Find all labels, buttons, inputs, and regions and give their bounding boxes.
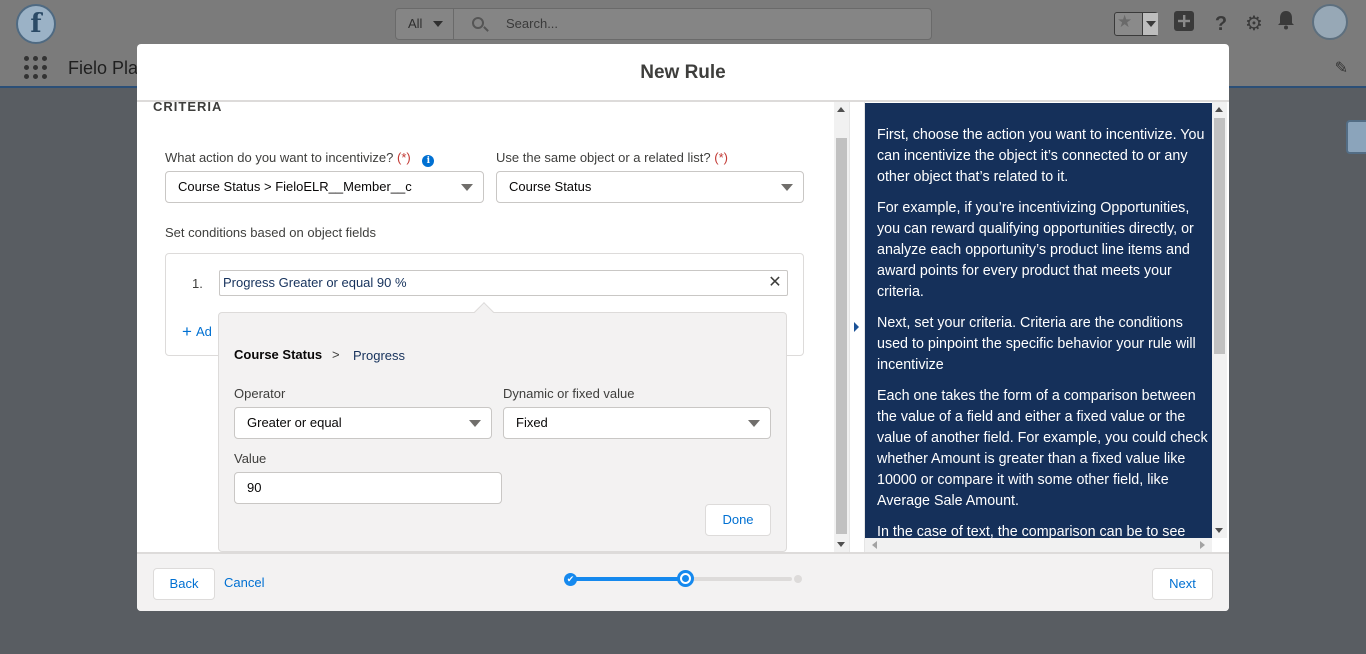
utility-panel-toggle[interactable] [1346, 120, 1366, 154]
scroll-right-arrow[interactable] [1200, 541, 1205, 549]
chevron-down-icon [781, 184, 793, 191]
help-paragraph: Each one takes the form of a comparison … [877, 388, 1208, 509]
modal-header: New Rule [137, 44, 1229, 102]
scroll-up-arrow[interactable] [837, 107, 845, 112]
operator-value: Greater or equal [247, 415, 342, 430]
add-icon[interactable] [1170, 10, 1198, 38]
operator-select[interactable]: Greater or equal [234, 407, 492, 439]
object-question-text: Use the same object or a related list? [496, 150, 711, 165]
search-icon [472, 17, 484, 29]
condition-text: Progress Greater or equal 90 % [223, 275, 407, 290]
chevron-down-icon [748, 420, 760, 427]
required-marker: (*) [714, 150, 728, 165]
scroll-up-arrow[interactable] [1215, 107, 1223, 112]
close-icon[interactable]: ✕ [767, 271, 783, 295]
chevron-down-icon [433, 21, 443, 27]
search-scope-select[interactable]: All [396, 9, 454, 39]
dynamic-value: Fixed [516, 415, 548, 430]
collapse-help-icon[interactable] [854, 322, 859, 332]
help-paragraph: First, choose the action you want to inc… [877, 127, 1205, 185]
scrollbar-thumb[interactable] [1214, 118, 1225, 354]
chevron-down-icon [461, 184, 473, 191]
condition-pill[interactable]: Progress Greater or equal 90 % ✕ [219, 270, 788, 296]
info-icon[interactable]: i [422, 155, 435, 167]
breadcrumb-object: Course Status [234, 347, 323, 362]
favorites-star-icon[interactable]: ★ [1117, 12, 1132, 32]
required-marker: (*) [396, 150, 411, 165]
breadcrumb-field[interactable]: Progress [353, 348, 405, 363]
action-question-label: What action do you want to incentivize? … [165, 150, 435, 167]
cancel-link[interactable]: Cancel [224, 575, 264, 590]
setup-gear-icon[interactable]: ⚙ [1240, 10, 1268, 38]
action-question-text: What action do you want to incentivize? [165, 150, 394, 165]
user-avatar-icon[interactable] [1312, 4, 1348, 40]
action-select[interactable]: Course Status > FieloELR__Member__c [165, 171, 484, 203]
progress-step-next[interactable] [794, 575, 802, 583]
favorites-button-group[interactable]: ★ [1114, 12, 1158, 36]
value-label: Value [234, 451, 267, 466]
condition-number: 1. [192, 276, 203, 291]
modal-footer: Back Cancel ✔ Next [137, 552, 1229, 611]
add-icon: + [182, 322, 192, 341]
pane-divider [849, 102, 865, 552]
chevron-down-icon [469, 420, 481, 427]
scroll-down-arrow[interactable] [837, 542, 845, 547]
back-button[interactable]: Back [153, 568, 215, 600]
add-condition-label: Ad [195, 324, 212, 339]
dynamic-label: Dynamic or fixed value [503, 386, 635, 401]
action-select-value: Course Status > FieloELR__Member__c [178, 179, 412, 194]
help-scrollbar[interactable] [1212, 102, 1227, 538]
favorites-dropdown-button[interactable] [1142, 13, 1158, 35]
help-paragraph: Next, set your criteria. Criteria are th… [877, 315, 1196, 373]
help-paragraph: In the case of text, the comparison can … [877, 524, 1186, 538]
progress-step-current[interactable] [677, 570, 694, 587]
conditions-label: Set conditions based on object fields [165, 225, 377, 240]
help-icon[interactable]: ? [1207, 10, 1235, 38]
fielo-logo-icon[interactable]: f [16, 4, 56, 44]
object-question-label: Use the same object or a related list? (… [496, 150, 728, 165]
help-panel: First, choose the action you want to inc… [865, 103, 1212, 538]
add-condition-link[interactable]: + Ad [182, 322, 212, 342]
modal-title: New Rule [640, 62, 726, 83]
app-name: Fielo Pla [68, 58, 139, 78]
app-launcher-icon[interactable] [24, 56, 48, 80]
check-icon[interactable]: ✔ [564, 573, 577, 586]
criteria-scrollbar[interactable] [834, 102, 849, 552]
next-button[interactable]: Next [1152, 568, 1213, 600]
value-input[interactable]: 90 [234, 472, 502, 504]
search-scope-label: All [408, 16, 423, 31]
condition-editor-popover: Course Status > Progress Operator Greate… [218, 302, 787, 552]
edit-pencil-icon[interactable]: ✎ [1335, 58, 1348, 78]
modal-body: CRITERIA What action do you want to ince… [137, 102, 1229, 552]
object-select[interactable]: Course Status [496, 171, 804, 203]
criteria-pane: CRITERIA What action do you want to ince… [137, 102, 837, 552]
operator-label: Operator [234, 386, 286, 401]
scroll-left-arrow[interactable] [872, 541, 877, 549]
notifications-bell-icon[interactable] [1272, 10, 1300, 38]
global-search[interactable]: All Search... [395, 8, 932, 40]
help-horizontal-scrollbar[interactable] [865, 538, 1212, 552]
done-button[interactable]: Done [705, 504, 771, 536]
search-input[interactable]: Search... [506, 9, 558, 39]
help-paragraph: For example, if you’re incentivizing Opp… [877, 200, 1194, 300]
section-title: CRITERIA [153, 102, 223, 114]
dynamic-select[interactable]: Fixed [503, 407, 771, 439]
progress-fill [570, 577, 681, 581]
scroll-down-arrow[interactable] [1215, 528, 1223, 533]
object-select-value: Course Status [509, 179, 592, 194]
new-rule-modal: New Rule CRITERIA What action do you wan… [137, 44, 1229, 611]
breadcrumb-separator: > [332, 347, 340, 362]
scrollbar-thumb[interactable] [836, 138, 847, 534]
